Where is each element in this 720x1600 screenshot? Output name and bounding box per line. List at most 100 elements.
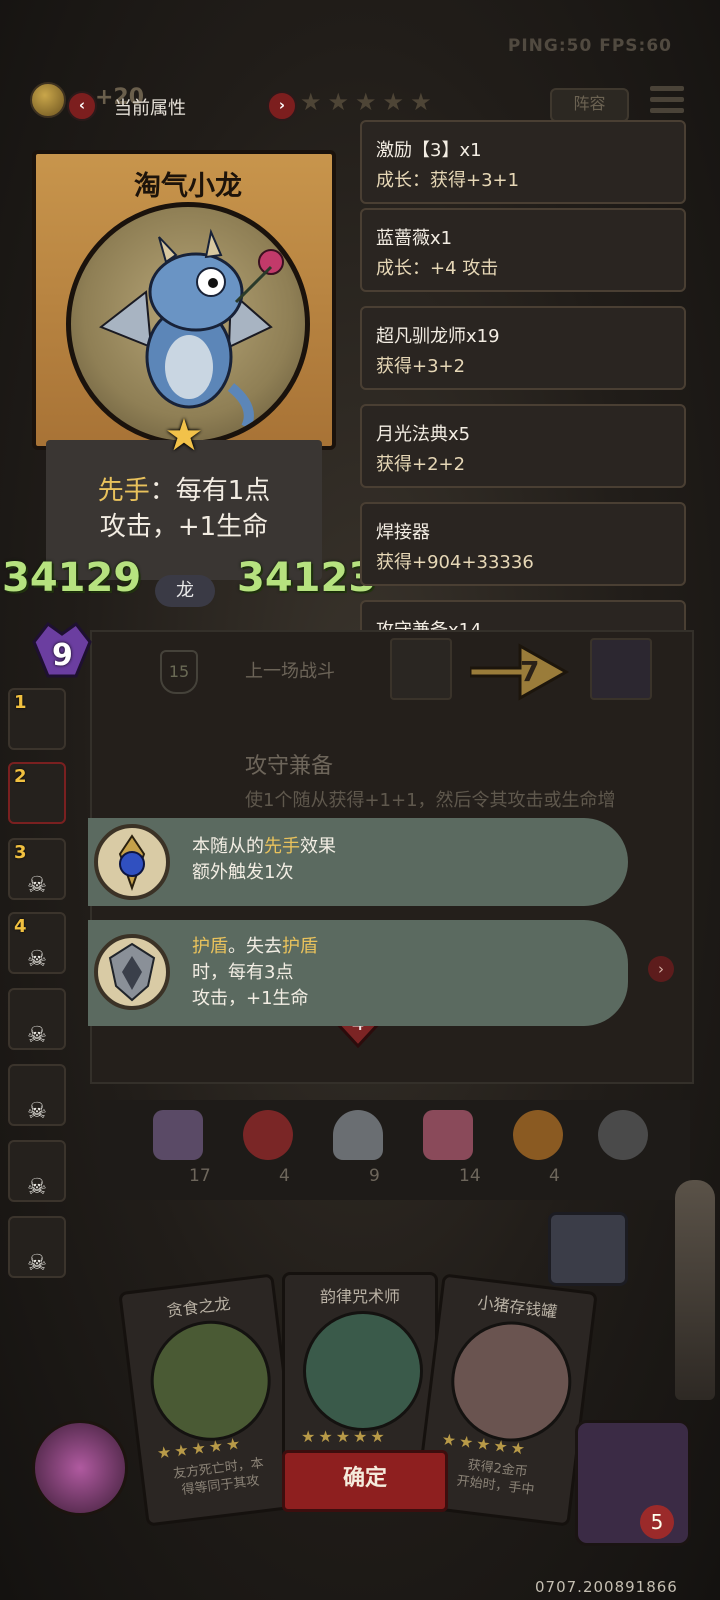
keyword-battlecry: 先手 bbox=[97, 476, 150, 506]
shop-card[interactable]: 贪食之龙 ★★★★★ 友方死亡时，本 得等同于其攻 bbox=[118, 1273, 302, 1527]
tooltip-line2: 时，每有3点 bbox=[192, 962, 294, 983]
buff-desc: 成长：+4 攻击 bbox=[376, 258, 499, 279]
shield-value: 15 bbox=[160, 650, 198, 694]
next-tooltip-button[interactable]: › bbox=[648, 956, 674, 982]
resource-item[interactable]: 17 bbox=[145, 1110, 225, 1186]
buff-list[interactable]: 激励【3】x1 成长：获得+3+1 蓝蔷薇x1 成长：+4 攻击 超凡驯龙师x1… bbox=[360, 120, 700, 632]
tooltip-line3: 攻击，+1生命 bbox=[192, 988, 309, 1009]
tooltip-shield: 护盾。失去护盾 时，每有3点 攻击，+1生命 bbox=[88, 920, 628, 1026]
blue-orb-icon bbox=[94, 824, 170, 900]
tooltip-plain: 本随从的 bbox=[192, 836, 264, 857]
tribe-badge: 龙 bbox=[155, 575, 215, 607]
treasure-chest-icon[interactable] bbox=[548, 1212, 628, 1286]
warband-slot[interactable]: ☠ bbox=[8, 1064, 66, 1126]
build-id: 0707.200891866 bbox=[535, 1578, 678, 1596]
tooltip-line1: 护盾。失去护盾 bbox=[192, 934, 318, 960]
warband-slot[interactable]: ☠ bbox=[8, 988, 66, 1050]
ability-line2: 攻击，+1生命 bbox=[99, 512, 269, 542]
warband-slot[interactable]: 2 bbox=[8, 762, 66, 824]
resource-item[interactable]: 4 bbox=[505, 1110, 585, 1186]
tooltip-keyword: 护盾 bbox=[192, 936, 228, 957]
confirm-button[interactable]: 确定 bbox=[282, 1450, 448, 1512]
warband-slot[interactable]: ☠ bbox=[8, 1140, 66, 1202]
slot-number: 3 bbox=[14, 842, 27, 863]
buff-desc: 成长：获得+3+1 bbox=[376, 170, 520, 191]
attack-value: 34129 bbox=[2, 555, 142, 601]
tier-stars: ★★★★★ bbox=[300, 88, 438, 116]
skull-icon: ☠ bbox=[27, 1251, 47, 1276]
shop-card-art bbox=[444, 1314, 579, 1449]
tooltip-text: 本随从的先手效果 额外触发1次 bbox=[192, 834, 336, 886]
player-hero-portrait[interactable] bbox=[575, 1420, 691, 1546]
resource-count: 9 bbox=[369, 1166, 380, 1186]
ability-line1-rest: ：每有1点 bbox=[149, 476, 271, 506]
slot-number: 2 bbox=[14, 766, 27, 787]
shield-emblem-icon bbox=[94, 934, 170, 1010]
buff-desc: 获得+2+2 bbox=[376, 454, 466, 475]
resource-count: 14 bbox=[459, 1166, 481, 1186]
skull-icon: ☠ bbox=[27, 1175, 47, 1200]
buff-item: 焊接器 获得+904+33336 bbox=[360, 502, 686, 586]
buff-name: 蓝蔷薇x1 bbox=[376, 228, 453, 249]
skull-icon: ☠ bbox=[27, 1099, 47, 1124]
buff-item: 月光法典x5 获得+2+2 bbox=[360, 404, 686, 488]
menu-icon[interactable] bbox=[650, 86, 684, 118]
opponent-minion-portrait bbox=[390, 638, 452, 700]
buff-item: 蓝蔷薇x1 成长：+4 攻击 bbox=[360, 208, 686, 292]
opponent-hero-portrait[interactable] bbox=[590, 638, 652, 700]
resource-row: 17 4 9 14 4 bbox=[100, 1100, 690, 1200]
resource-count: 17 bbox=[189, 1166, 211, 1186]
slot-number: 4 bbox=[14, 916, 27, 937]
ping-fps-readout: PING:50 FPS:60 bbox=[507, 36, 672, 56]
tooltip-text: 护盾。失去护盾 时，每有3点 攻击，+1生命 bbox=[192, 934, 318, 1012]
buff-name: 焊接器 bbox=[376, 522, 430, 543]
tooltip-line2: 额外触发1次 bbox=[192, 862, 294, 883]
lineup-button[interactable]: 阵容 bbox=[550, 88, 629, 122]
spell-desc: 使1个随从获得+1+1，然后令其攻击或生命增 bbox=[245, 790, 616, 811]
health-value: 34123 bbox=[237, 555, 377, 601]
tooltip-line1: 本随从的先手效果 bbox=[192, 834, 336, 860]
next-arrow-button[interactable]: › bbox=[267, 91, 297, 121]
buff-name: 超凡驯龙师x19 bbox=[376, 326, 500, 347]
bomb-creature-icon bbox=[598, 1110, 648, 1160]
hero-power-gem-icon[interactable] bbox=[32, 1420, 128, 1516]
tooltip-mid: 。失去 bbox=[228, 936, 282, 957]
shield-card-icon bbox=[153, 1110, 203, 1160]
resource-item[interactable]: 14 bbox=[415, 1110, 495, 1186]
shop-card-name: 贪食之龙 bbox=[165, 1293, 232, 1321]
warband-slot[interactable]: ☠ bbox=[8, 1216, 66, 1278]
blue-orb-shape bbox=[118, 834, 146, 892]
card-frame: 淘气小龙 bbox=[32, 150, 336, 450]
gold-coin-icon bbox=[30, 82, 66, 118]
buff-item: 超凡驯龙师x19 获得+3+2 bbox=[360, 306, 686, 390]
teacup-icon bbox=[333, 1110, 383, 1160]
cupcake-icon bbox=[423, 1110, 473, 1160]
pufferfish-icon bbox=[513, 1110, 563, 1160]
shop-card-art bbox=[303, 1311, 423, 1431]
spell-title: 攻守兼备 bbox=[245, 754, 334, 779]
resource-item[interactable]: 4 bbox=[235, 1110, 315, 1186]
buff-name: 激励【3】x1 bbox=[376, 140, 482, 161]
buff-desc: 获得+3+2 bbox=[376, 356, 466, 377]
warband-slot[interactable]: 3 ☠ bbox=[8, 838, 66, 900]
resource-count: 4 bbox=[549, 1166, 560, 1186]
resource-item[interactable] bbox=[590, 1110, 670, 1160]
minion-card: 淘气小龙 先手：每有1点 攻击，+1生命 ★ bbox=[32, 150, 336, 600]
wave-number: 9 bbox=[52, 638, 73, 673]
resource-item[interactable]: 9 bbox=[325, 1110, 405, 1186]
alarm-clock-icon bbox=[243, 1110, 293, 1160]
shop-card-stars: ★★★★★ bbox=[301, 1427, 388, 1446]
buff-name: 月光法典x5 bbox=[376, 424, 471, 445]
buff-item: 激励【3】x1 成长：获得+3+1 bbox=[360, 120, 686, 204]
tooltip-battlecry: 本随从的先手效果 额外触发1次 bbox=[88, 818, 628, 906]
skull-icon: ☠ bbox=[27, 1023, 47, 1048]
hero-life-value: 5 bbox=[640, 1505, 674, 1539]
warband-slot[interactable]: 4 ☠ bbox=[8, 912, 66, 974]
star-icon: ★ bbox=[164, 410, 204, 461]
warband-slot[interactable]: 1 bbox=[8, 688, 66, 750]
shop-card-name: 韵律咒术师 bbox=[319, 1287, 400, 1306]
tooltip-tail: 效果 bbox=[300, 836, 336, 857]
slot-number: 1 bbox=[14, 692, 27, 713]
dragon-illustration bbox=[99, 228, 284, 430]
minion-name: 淘气小龙 bbox=[134, 171, 242, 202]
